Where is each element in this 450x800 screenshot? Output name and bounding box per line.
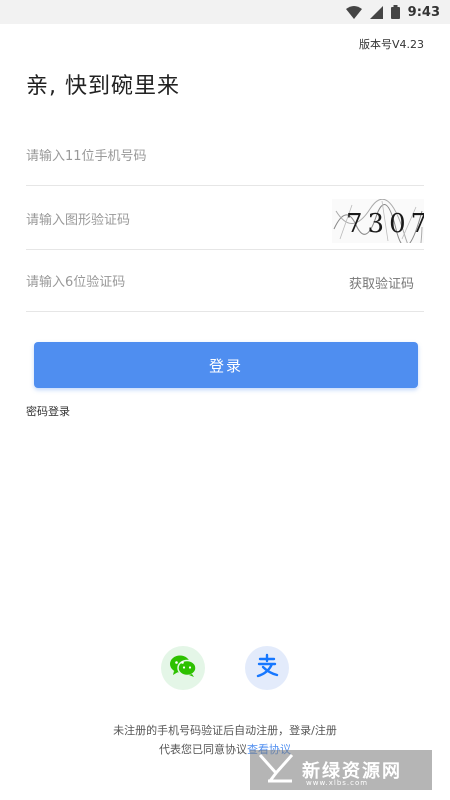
watermark-url: www.xlbs.com bbox=[306, 779, 369, 787]
clock: 9:43 bbox=[407, 4, 440, 20]
captcha-noise: 7307 bbox=[333, 198, 427, 258]
wechat-icon bbox=[169, 654, 197, 682]
alipay-icon bbox=[254, 653, 280, 683]
captcha-image[interactable]: 7307 bbox=[332, 198, 427, 258]
wifi-icon bbox=[345, 5, 362, 19]
agreement-text: 未注册的手机号码验证后自动注册，登录/注册 bbox=[113, 724, 337, 737]
captcha-text: 7307 bbox=[346, 209, 424, 239]
login-button[interactable]: 登录 bbox=[34, 342, 418, 388]
captcha-row: 7307 bbox=[26, 192, 427, 258]
battery-icon bbox=[390, 5, 400, 19]
alipay-login-button[interactable] bbox=[245, 646, 289, 690]
status-bar: 9:43 bbox=[0, 0, 450, 24]
phone-input[interactable] bbox=[26, 149, 276, 164]
watermark-logo-icon bbox=[256, 751, 296, 789]
page-title: 亲, 快到碗里来 bbox=[26, 74, 180, 99]
get-code-button[interactable]: 获取验证码 bbox=[349, 273, 414, 292]
watermark: 新绿资源网 www.xlbs.com bbox=[250, 750, 432, 790]
sms-code-row: 获取验证码 bbox=[26, 254, 424, 312]
sms-code-input[interactable] bbox=[26, 275, 276, 290]
password-login-link[interactable]: 密码登录 bbox=[26, 403, 70, 419]
phone-row bbox=[26, 128, 424, 186]
version-label: 版本号V4.23 bbox=[358, 38, 424, 51]
wechat-login-button[interactable] bbox=[161, 646, 205, 690]
captcha-input[interactable] bbox=[26, 213, 276, 228]
agreement-prefix: 代表您已同意协议 bbox=[159, 743, 247, 756]
signal-icon bbox=[369, 5, 383, 19]
